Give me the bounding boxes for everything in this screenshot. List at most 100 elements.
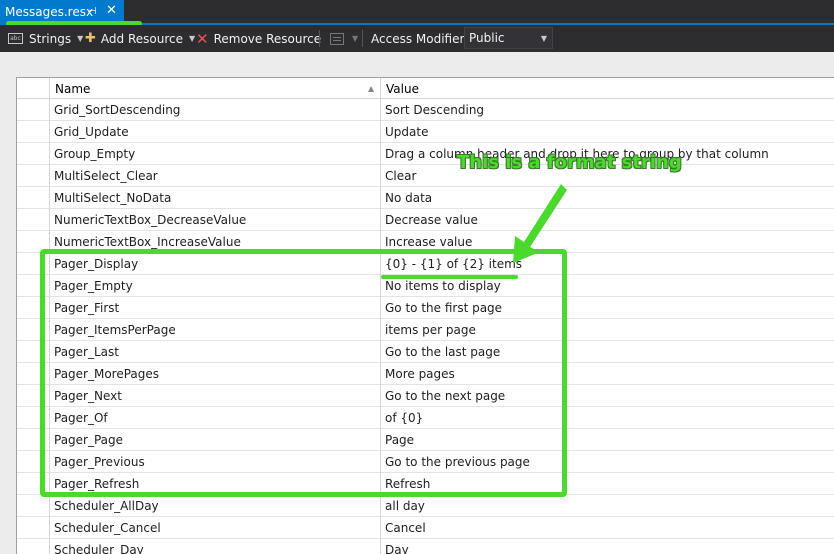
resource-name-cell[interactable]: Scheduler_Day	[50, 539, 381, 554]
table-row[interactable]: Scheduler_AllDay all day	[17, 495, 834, 517]
annotation-callout-text: This is a format string	[457, 152, 682, 173]
table-row[interactable]: Pager_Next Go to the next page	[17, 385, 834, 407]
resource-name-cell[interactable]: Pager_Empty	[50, 275, 381, 297]
table-row[interactable]: MultiSelect_NoData No data	[17, 187, 834, 209]
row-selector[interactable]	[17, 143, 50, 165]
pin-icon[interactable]: ⊣	[88, 6, 97, 17]
table-row[interactable]: NumericTextBox_DecreaseValue Decrease val…	[17, 209, 834, 231]
strings-dropdown-button[interactable]: abc Strings ▼	[8, 25, 83, 52]
row-selector[interactable]	[17, 187, 50, 209]
resource-name-cell[interactable]: NumericTextBox_IncreaseValue	[50, 231, 381, 253]
resource-name-cell[interactable]: Pager_Of	[50, 407, 381, 429]
resource-name-cell[interactable]: Pager_Display	[50, 253, 381, 275]
resource-name-cell[interactable]: Pager_Page	[50, 429, 381, 451]
row-selector-header[interactable]	[17, 78, 50, 99]
resource-name-cell[interactable]: Pager_Last	[50, 341, 381, 363]
table-row[interactable]: Pager_First Go to the first page	[17, 297, 834, 319]
views-dropdown-button[interactable]: ▼	[330, 25, 358, 52]
resource-name-cell[interactable]: Group_Empty	[50, 143, 381, 165]
table-row[interactable]: Pager_Display {0} - {1} of {2} items	[17, 253, 834, 275]
row-selector[interactable]	[17, 385, 50, 407]
resource-value-cell[interactable]: Go to the next page	[381, 385, 834, 407]
row-selector[interactable]	[17, 363, 50, 385]
resource-name-cell[interactable]: Pager_MorePages	[50, 363, 381, 385]
table-row[interactable]: Scheduler_Day Day	[17, 539, 834, 554]
row-selector[interactable]	[17, 341, 50, 363]
resource-value-cell[interactable]: Increase value	[381, 231, 834, 253]
resource-name-cell[interactable]: Pager_Previous	[50, 451, 381, 473]
close-icon[interactable]: ✕	[106, 3, 117, 18]
row-selector[interactable]	[17, 209, 50, 231]
access-modifier-select[interactable]: Public ▼	[464, 27, 553, 49]
column-header-value-label: Value	[386, 81, 419, 96]
document-tab-strip: Messages.resx ⊣ ✕	[0, 0, 834, 26]
chevron-down-icon: ▼	[540, 34, 547, 43]
table-row[interactable]: Pager_Refresh Refresh	[17, 473, 834, 495]
row-selector[interactable]	[17, 517, 50, 539]
table-row[interactable]: Grid_SortDescending Sort Descending	[17, 99, 834, 121]
resource-name-cell[interactable]: Grid_SortDescending	[50, 99, 381, 121]
resource-value-cell[interactable]: all day	[381, 495, 834, 517]
resource-value-cell[interactable]: items per page	[381, 319, 834, 341]
remove-resource-button[interactable]: ✕ Remove Resource	[196, 25, 321, 52]
table-row[interactable]: MultiSelect_Clear Clear	[17, 165, 834, 187]
table-row[interactable]: NumericTextBox_IncreaseValue Increase val…	[17, 231, 834, 253]
resource-name-cell[interactable]: Pager_First	[50, 297, 381, 319]
table-row[interactable]: Group_Empty Drag a column header and drop…	[17, 143, 834, 165]
resource-value-cell[interactable]: Page	[381, 429, 834, 451]
resource-value-cell[interactable]: Refresh	[381, 473, 834, 495]
row-selector[interactable]	[17, 121, 50, 143]
document-tab[interactable]: Messages.resx ⊣ ✕	[0, 0, 124, 23]
resource-name-cell[interactable]: MultiSelect_Clear	[50, 165, 381, 187]
row-selector[interactable]	[17, 429, 50, 451]
grid-rows: Grid_SortDescending Sort Descending Grid_U…	[17, 99, 834, 554]
row-selector[interactable]	[17, 407, 50, 429]
row-selector[interactable]	[17, 231, 50, 253]
resource-name-cell[interactable]: Pager_Refresh	[50, 473, 381, 495]
column-header-value[interactable]: Value	[381, 78, 834, 99]
row-selector[interactable]	[17, 297, 50, 319]
table-row[interactable]: Scheduler_Cancel Cancel	[17, 517, 834, 539]
resource-name-cell[interactable]: Grid_Update	[50, 121, 381, 143]
chevron-down-icon: ▼	[77, 34, 84, 43]
resource-name-cell[interactable]: Pager_ItemsPerPage	[50, 319, 381, 341]
row-selector[interactable]	[17, 451, 50, 473]
resource-name-cell[interactable]: Scheduler_AllDay	[50, 495, 381, 517]
resource-value-cell[interactable]: Go to the first page	[381, 297, 834, 319]
table-row[interactable]: Pager_Of of {0}	[17, 407, 834, 429]
add-resource-label: Add Resource	[100, 31, 183, 46]
row-selector[interactable]	[17, 495, 50, 517]
resource-value-cell[interactable]: Decrease value	[381, 209, 834, 231]
resource-value-cell[interactable]: Sort Descending	[381, 99, 834, 121]
resource-value-cell[interactable]: Cancel	[381, 517, 834, 539]
row-selector[interactable]	[17, 539, 50, 554]
resource-value-cell[interactable]: {0} - {1} of {2} items	[381, 253, 834, 275]
table-row[interactable]: Pager_Previous Go to the previous page	[17, 451, 834, 473]
row-selector[interactable]	[17, 253, 50, 275]
row-selector[interactable]	[17, 275, 50, 297]
resource-value-cell[interactable]: Go to the last page	[381, 341, 834, 363]
table-row[interactable]: Grid_Update Update	[17, 121, 834, 143]
resource-name-cell[interactable]: Scheduler_Cancel	[50, 517, 381, 539]
table-row[interactable]: Pager_Last Go to the last page	[17, 341, 834, 363]
add-resource-button[interactable]: ✚ Add Resource ▼	[85, 25, 195, 52]
resource-name-cell[interactable]: MultiSelect_NoData	[50, 187, 381, 209]
row-selector[interactable]	[17, 319, 50, 341]
resource-value-cell[interactable]: Update	[381, 121, 834, 143]
row-selector[interactable]	[17, 99, 50, 121]
table-row[interactable]: Pager_Page Page	[17, 429, 834, 451]
table-row[interactable]: Pager_ItemsPerPage items per page	[17, 319, 834, 341]
row-selector[interactable]	[17, 165, 50, 187]
resource-name-cell[interactable]: Pager_Next	[50, 385, 381, 407]
column-header-name[interactable]: Name	[50, 78, 381, 99]
chevron-down-icon: ▼	[352, 34, 359, 43]
row-selector[interactable]	[17, 473, 50, 495]
resource-value-cell[interactable]: No data	[381, 187, 834, 209]
resource-value-cell[interactable]: More pages	[381, 363, 834, 385]
resource-value-cell[interactable]: Go to the previous page	[381, 451, 834, 473]
resource-name-cell[interactable]: NumericTextBox_DecreaseValue	[50, 209, 381, 231]
views-icon	[330, 32, 344, 45]
table-row[interactable]: Pager_MorePages More pages	[17, 363, 834, 385]
resource-value-cell[interactable]: of {0}	[381, 407, 834, 429]
resource-value-cell[interactable]: Day	[381, 539, 834, 554]
